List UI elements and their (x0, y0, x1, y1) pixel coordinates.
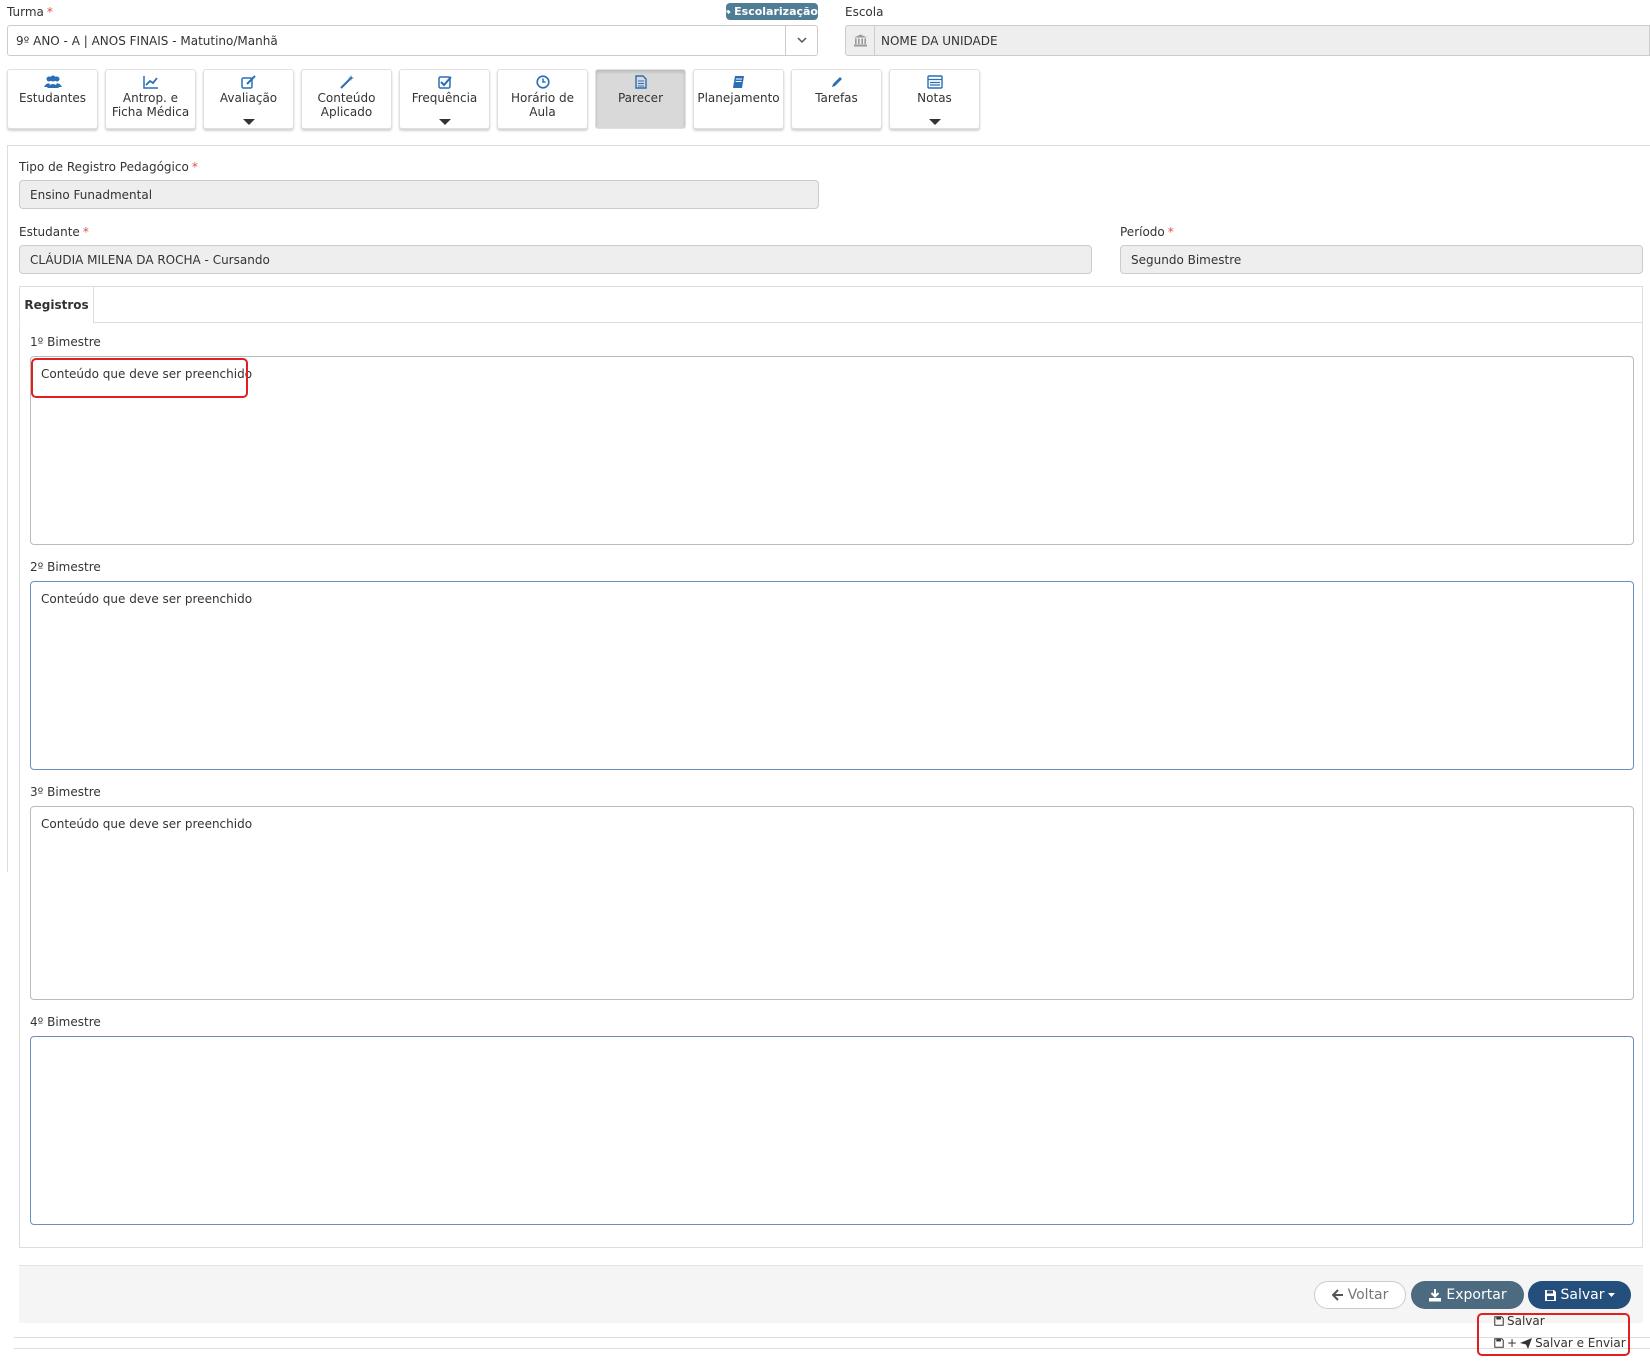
tag-icon (726, 9, 731, 14)
toolbar-antrop-button[interactable]: Antrop. e Ficha Médica (105, 69, 196, 129)
turma-select[interactable]: 9º ANO - A | ANOS FINAIS - Matutino/Manh… (7, 25, 818, 56)
voltar-button[interactable]: Voltar (1314, 1281, 1406, 1309)
toolbar-parecer-button[interactable]: Parecer (595, 69, 686, 129)
bimestre-1-label: 1º Bimestre (30, 335, 101, 349)
bimestre-4-textarea[interactable] (30, 1036, 1634, 1225)
avaliacao-dropdown-caret (242, 119, 255, 125)
frequencia-dropdown-caret (438, 119, 451, 125)
bimestre-4-label: 4º Bimestre (30, 1015, 101, 1029)
highlight-box-salvar-menu (1477, 1313, 1630, 1356)
line-chart-icon (142, 76, 158, 89)
toolbar-horario-button[interactable]: Horário de Aula (497, 69, 588, 129)
toolbar-conteudo-button[interactable]: Conteúdo Aplicado (301, 69, 392, 129)
clock-icon (535, 75, 550, 89)
edit-icon (240, 75, 256, 89)
tab-registros[interactable]: Registros (19, 286, 94, 324)
list-icon (926, 75, 943, 89)
arrow-left-icon (1331, 1289, 1343, 1301)
toolbar-estudantes-button[interactable]: Estudantes (7, 69, 98, 129)
escola-label: Escola (845, 5, 884, 19)
users-icon (43, 75, 62, 88)
bimestre-1-textarea[interactable]: Conteúdo que deve ser preenchido (30, 356, 1634, 545)
divider (7, 145, 1650, 146)
chevron-down-icon (796, 37, 807, 44)
estudante-label: Estudante * (19, 225, 89, 239)
turma-select-toggle[interactable] (785, 26, 817, 55)
escolarizacao-badge[interactable]: Escolarização (726, 3, 818, 20)
check-square-icon (437, 76, 452, 89)
footer-divider-1 (14, 1337, 1650, 1338)
toolbar-frequencia-button[interactable]: Frequência (399, 69, 490, 129)
tipo-registro-field: Ensino Funadmental (19, 180, 819, 209)
highlight-box-bimestre-1 (31, 358, 248, 398)
bimestre-2-textarea[interactable]: Conteúdo que deve ser preenchido (30, 581, 1634, 770)
footer-divider-2 (14, 1348, 1650, 1349)
tipo-registro-label: Tipo de Registro Pedagógico * (19, 160, 198, 174)
download-icon (1429, 1288, 1442, 1301)
bimestre-3-textarea[interactable]: Conteúdo que deve ser preenchido (30, 806, 1634, 1000)
bimestre-3-label: 3º Bimestre (30, 785, 101, 799)
toolbar-notas-button[interactable]: Notas (889, 69, 980, 129)
book-icon (732, 76, 744, 88)
toolbar-planejamento-button[interactable]: Planejamento (693, 69, 784, 129)
institution-icon (846, 26, 875, 55)
bimestre-2-label: 2º Bimestre (30, 560, 101, 574)
pencil-icon (831, 77, 842, 87)
tab-bar (19, 286, 1643, 323)
toolbar-avaliacao-button[interactable]: Avaliação (203, 69, 294, 129)
magic-wand-icon (339, 75, 354, 89)
turma-label: Turma * (7, 5, 53, 19)
escola-value: NOME DA UNIDADE (881, 34, 998, 48)
escola-field: NOME DA UNIDADE (845, 25, 1650, 56)
periodo-label: Período * (1120, 225, 1174, 239)
document-icon (634, 75, 647, 89)
estudante-field: CLÁUDIA MILENA DA ROCHA - Cursando (19, 245, 1092, 274)
floppy-disk-icon (1544, 1289, 1556, 1301)
salvar-dropdown-button[interactable]: Salvar (1528, 1281, 1631, 1309)
exportar-button[interactable]: Exportar (1411, 1281, 1524, 1309)
toolbar-tarefas-button[interactable]: Tarefas (791, 69, 882, 129)
turma-select-value: 9º ANO - A | ANOS FINAIS - Matutino/Manh… (16, 34, 278, 48)
caret-down-icon (1608, 1292, 1616, 1297)
content-left-border (7, 146, 8, 872)
notas-dropdown-caret (928, 119, 941, 125)
periodo-field: Segundo Bimestre (1120, 245, 1643, 274)
